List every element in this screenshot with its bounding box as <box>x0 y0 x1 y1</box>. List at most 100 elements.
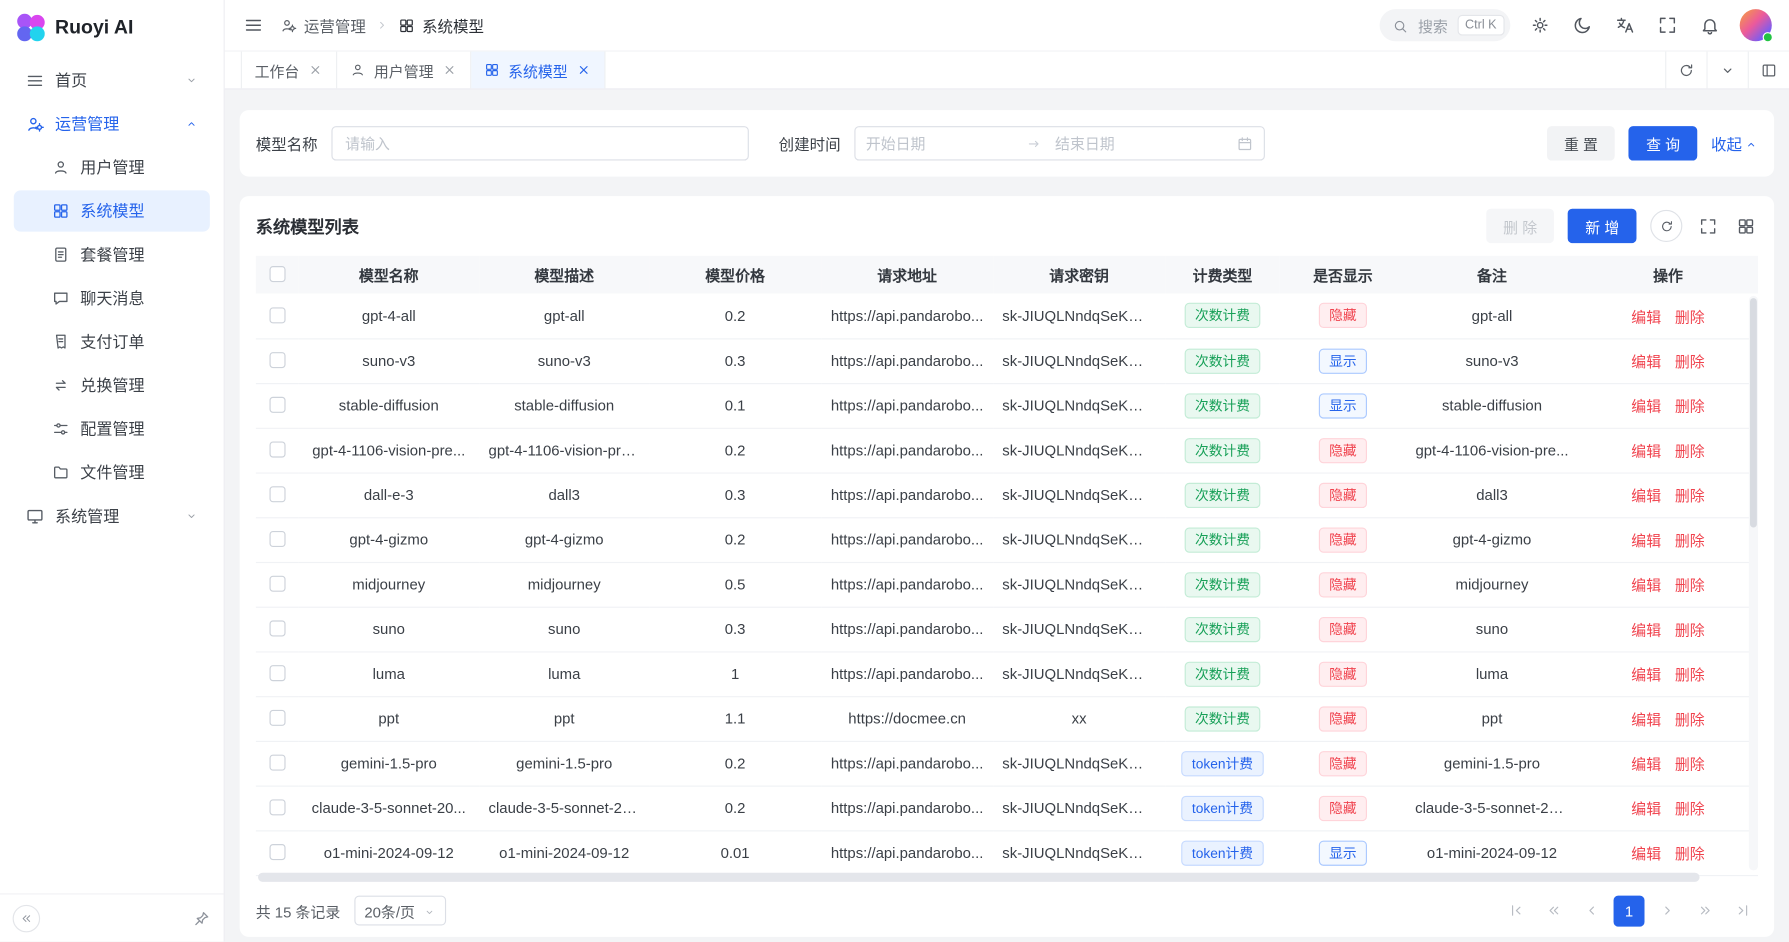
edit-link[interactable]: 编辑 <box>1631 487 1661 504</box>
vertical-scrollbar-thumb[interactable] <box>1750 298 1757 527</box>
start-date-input[interactable] <box>866 135 1013 152</box>
sidebar-item[interactable]: 支付订单 <box>14 321 210 362</box>
edit-link[interactable]: 编辑 <box>1631 800 1661 817</box>
tab-options-button[interactable] <box>1706 52 1747 89</box>
table-row: pptppt1.1https://docmee.cnxx次数计费隐藏ppt编辑删… <box>256 696 1758 741</box>
breadcrumb-item[interactable]: 系统模型 <box>398 14 484 37</box>
column-settings-button[interactable] <box>1734 214 1758 238</box>
row-checkbox[interactable] <box>269 576 285 592</box>
sidebar-item[interactable]: 配置管理 <box>14 408 210 449</box>
table-fullscreen-button[interactable] <box>1696 214 1720 238</box>
user-avatar[interactable] <box>1740 9 1772 41</box>
collapse-filter-link[interactable]: 收起 <box>1711 132 1758 155</box>
tab[interactable]: 用户管理 <box>337 52 471 89</box>
pagination-next-jump-button[interactable] <box>1689 895 1720 926</box>
edit-link[interactable]: 编辑 <box>1631 756 1661 773</box>
sidebar-item[interactable]: 系统模型 <box>14 190 210 231</box>
row-checkbox[interactable] <box>269 665 285 681</box>
sidebar-item[interactable]: 聊天消息 <box>14 278 210 319</box>
pagination-prev-button[interactable] <box>1576 895 1607 926</box>
row-checkbox[interactable] <box>269 307 285 323</box>
add-button[interactable]: 新 增 <box>1568 209 1636 243</box>
edit-link[interactable]: 编辑 <box>1631 398 1661 415</box>
fullscreen-button[interactable] <box>1655 13 1680 38</box>
sidebar-item[interactable]: 文件管理 <box>14 452 210 493</box>
app-logo[interactable]: Ruoyi AI <box>0 0 224 55</box>
tab-close-icon[interactable] <box>576 62 592 78</box>
model-name-input[interactable] <box>331 126 748 160</box>
pagination-last-button[interactable] <box>1727 895 1758 926</box>
tab[interactable]: 系统模型 <box>471 52 605 89</box>
row-checkbox[interactable] <box>269 486 285 502</box>
row-checkbox[interactable] <box>269 844 285 860</box>
breadcrumb-item[interactable]: 运营管理 <box>280 14 366 37</box>
row-checkbox[interactable] <box>269 755 285 771</box>
sidebar-item[interactable]: 兑换管理 <box>14 365 210 406</box>
theme-toggle-button[interactable] <box>1570 13 1595 38</box>
sidebar-collapse-button[interactable] <box>13 904 41 932</box>
edit-link[interactable]: 编辑 <box>1631 711 1661 728</box>
row-checkbox[interactable] <box>269 710 285 726</box>
pagination-first-button[interactable] <box>1500 895 1531 926</box>
pagination-page-button[interactable]: 1 <box>1614 895 1645 926</box>
row-checkbox[interactable] <box>269 397 285 413</box>
settings-button[interactable] <box>1528 13 1553 38</box>
sidebar-item[interactable]: 套餐管理 <box>14 234 210 275</box>
delete-link[interactable]: 删除 <box>1675 353 1705 370</box>
sidebar-item[interactable]: 首页 <box>14 60 210 101</box>
row-checkbox[interactable] <box>269 799 285 815</box>
delete-link[interactable]: 删除 <box>1675 622 1705 639</box>
delete-link[interactable]: 删除 <box>1675 711 1705 728</box>
refresh-table-button[interactable] <box>1650 210 1682 242</box>
sidebar-item[interactable]: 运营管理 <box>14 103 210 144</box>
layout-toggle-button[interactable] <box>1748 52 1789 89</box>
tab-close-icon[interactable] <box>307 62 323 78</box>
language-button[interactable] <box>1612 13 1637 38</box>
edit-link[interactable]: 编辑 <box>1631 353 1661 370</box>
reset-button[interactable]: 重 置 <box>1547 126 1615 160</box>
delete-link[interactable]: 删除 <box>1675 487 1705 504</box>
sidebar-item[interactable]: 系统管理 <box>14 495 210 536</box>
menu-icon <box>243 15 264 36</box>
edit-link[interactable]: 编辑 <box>1631 666 1661 683</box>
horizontal-scrollbar-thumb[interactable] <box>258 873 1700 882</box>
query-button[interactable]: 查 询 <box>1629 126 1697 160</box>
delete-link[interactable]: 删除 <box>1675 666 1705 683</box>
row-checkbox[interactable] <box>269 531 285 547</box>
edit-link[interactable]: 编辑 <box>1631 577 1661 594</box>
date-range-picker[interactable] <box>854 126 1265 160</box>
row-checkbox[interactable] <box>269 442 285 458</box>
edit-link[interactable]: 编辑 <box>1631 308 1661 325</box>
vertical-scrollbar[interactable] <box>1749 296 1758 871</box>
delete-link[interactable]: 删除 <box>1675 443 1705 460</box>
sidebar-pin-button[interactable] <box>193 909 211 927</box>
end-date-input[interactable] <box>1055 135 1202 152</box>
row-checkbox[interactable] <box>269 620 285 636</box>
row-checkbox[interactable] <box>269 352 285 368</box>
refresh-page-button[interactable] <box>1665 52 1706 89</box>
pagination-prev-jump-button[interactable] <box>1538 895 1569 926</box>
delete-link[interactable]: 删除 <box>1675 398 1705 415</box>
menu-toggle-button[interactable] <box>241 13 266 38</box>
edit-link[interactable]: 编辑 <box>1631 845 1661 862</box>
delete-link[interactable]: 删除 <box>1675 577 1705 594</box>
delete-link[interactable]: 删除 <box>1675 532 1705 549</box>
edit-link[interactable]: 编辑 <box>1631 443 1661 460</box>
edit-link[interactable]: 编辑 <box>1631 532 1661 549</box>
notifications-button[interactable] <box>1697 13 1722 38</box>
delete-link[interactable]: 删除 <box>1675 756 1705 773</box>
tab[interactable]: 工作台 <box>242 52 337 89</box>
delete-link[interactable]: 删除 <box>1675 308 1705 325</box>
tab-close-icon[interactable] <box>442 62 458 78</box>
search-input[interactable]: 搜索 Ctrl K <box>1380 9 1510 41</box>
page-size-select[interactable]: 20条/页 <box>354 896 446 926</box>
horizontal-scrollbar[interactable] <box>258 873 1744 882</box>
double-left-icon <box>19 911 33 925</box>
edit-link[interactable]: 编辑 <box>1631 622 1661 639</box>
delete-link[interactable]: 删除 <box>1675 800 1705 817</box>
pagination-next-button[interactable] <box>1651 895 1682 926</box>
delete-button[interactable]: 删 除 <box>1486 209 1554 243</box>
delete-link[interactable]: 删除 <box>1675 845 1705 862</box>
select-all-checkbox[interactable] <box>269 266 285 282</box>
sidebar-item[interactable]: 用户管理 <box>14 147 210 188</box>
